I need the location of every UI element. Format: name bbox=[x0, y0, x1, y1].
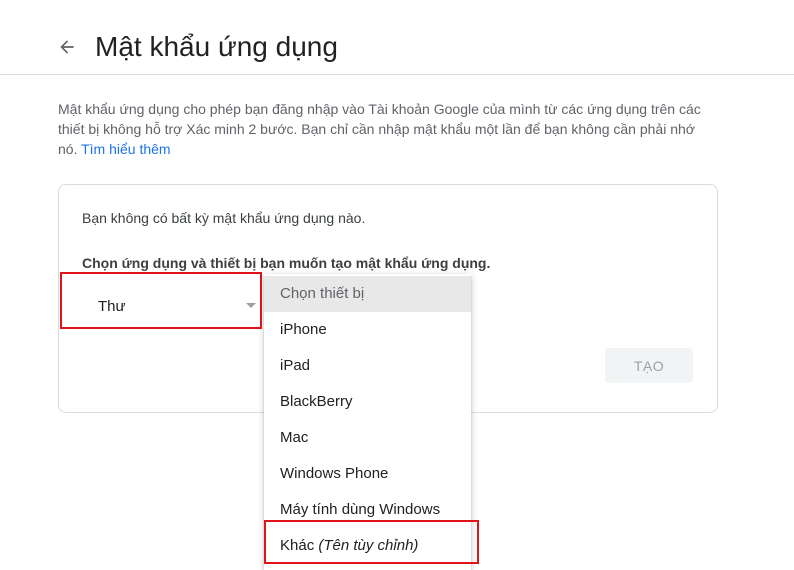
device-option-other[interactable]: Khác (Tên tùy chỉnh) bbox=[264, 528, 471, 564]
learn-more-link[interactable]: Tìm hiểu thêm bbox=[81, 141, 170, 157]
no-passwords-text: Bạn không có bất kỳ mật khẩu ứng dụng nà… bbox=[82, 210, 366, 226]
page-header: Mật khẩu ứng dụng bbox=[0, 0, 794, 75]
device-option-ipad[interactable]: iPad bbox=[264, 348, 471, 384]
device-option-windows-computer[interactable]: Máy tính dùng Windows bbox=[264, 492, 471, 528]
app-passwords-page: Mật khẩu ứng dụng Mật khẩu ứng dụng cho … bbox=[0, 0, 794, 570]
dropdown-arrow-icon bbox=[246, 303, 256, 308]
arrow-left-icon bbox=[60, 40, 74, 54]
other-option-hint: (Tên tùy chỉnh) bbox=[318, 537, 419, 554]
back-button[interactable] bbox=[54, 34, 80, 60]
device-option-blackberry[interactable]: BlackBerry bbox=[264, 384, 471, 420]
device-option-iphone[interactable]: iPhone bbox=[264, 312, 471, 348]
create-button[interactable]: TẠO bbox=[605, 348, 693, 383]
device-option-placeholder: Chọn thiết bị bbox=[264, 276, 471, 312]
choose-app-device-label: Chọn ứng dụng và thiết bị bạn muốn tạo m… bbox=[82, 255, 491, 271]
app-select-value: Thư bbox=[98, 298, 126, 315]
device-dropdown-menu: Chọn thiết bị iPhone iPad BlackBerry Mac… bbox=[264, 274, 471, 570]
device-option-windows-phone[interactable]: Windows Phone bbox=[264, 456, 471, 492]
other-option-label: Khác bbox=[280, 537, 315, 554]
page-title: Mật khẩu ứng dụng bbox=[95, 31, 338, 62]
app-select[interactable]: Thư bbox=[82, 290, 264, 322]
device-option-mac[interactable]: Mac bbox=[264, 420, 471, 456]
description: Mật khẩu ứng dụng cho phép bạn đăng nhập… bbox=[58, 99, 718, 159]
